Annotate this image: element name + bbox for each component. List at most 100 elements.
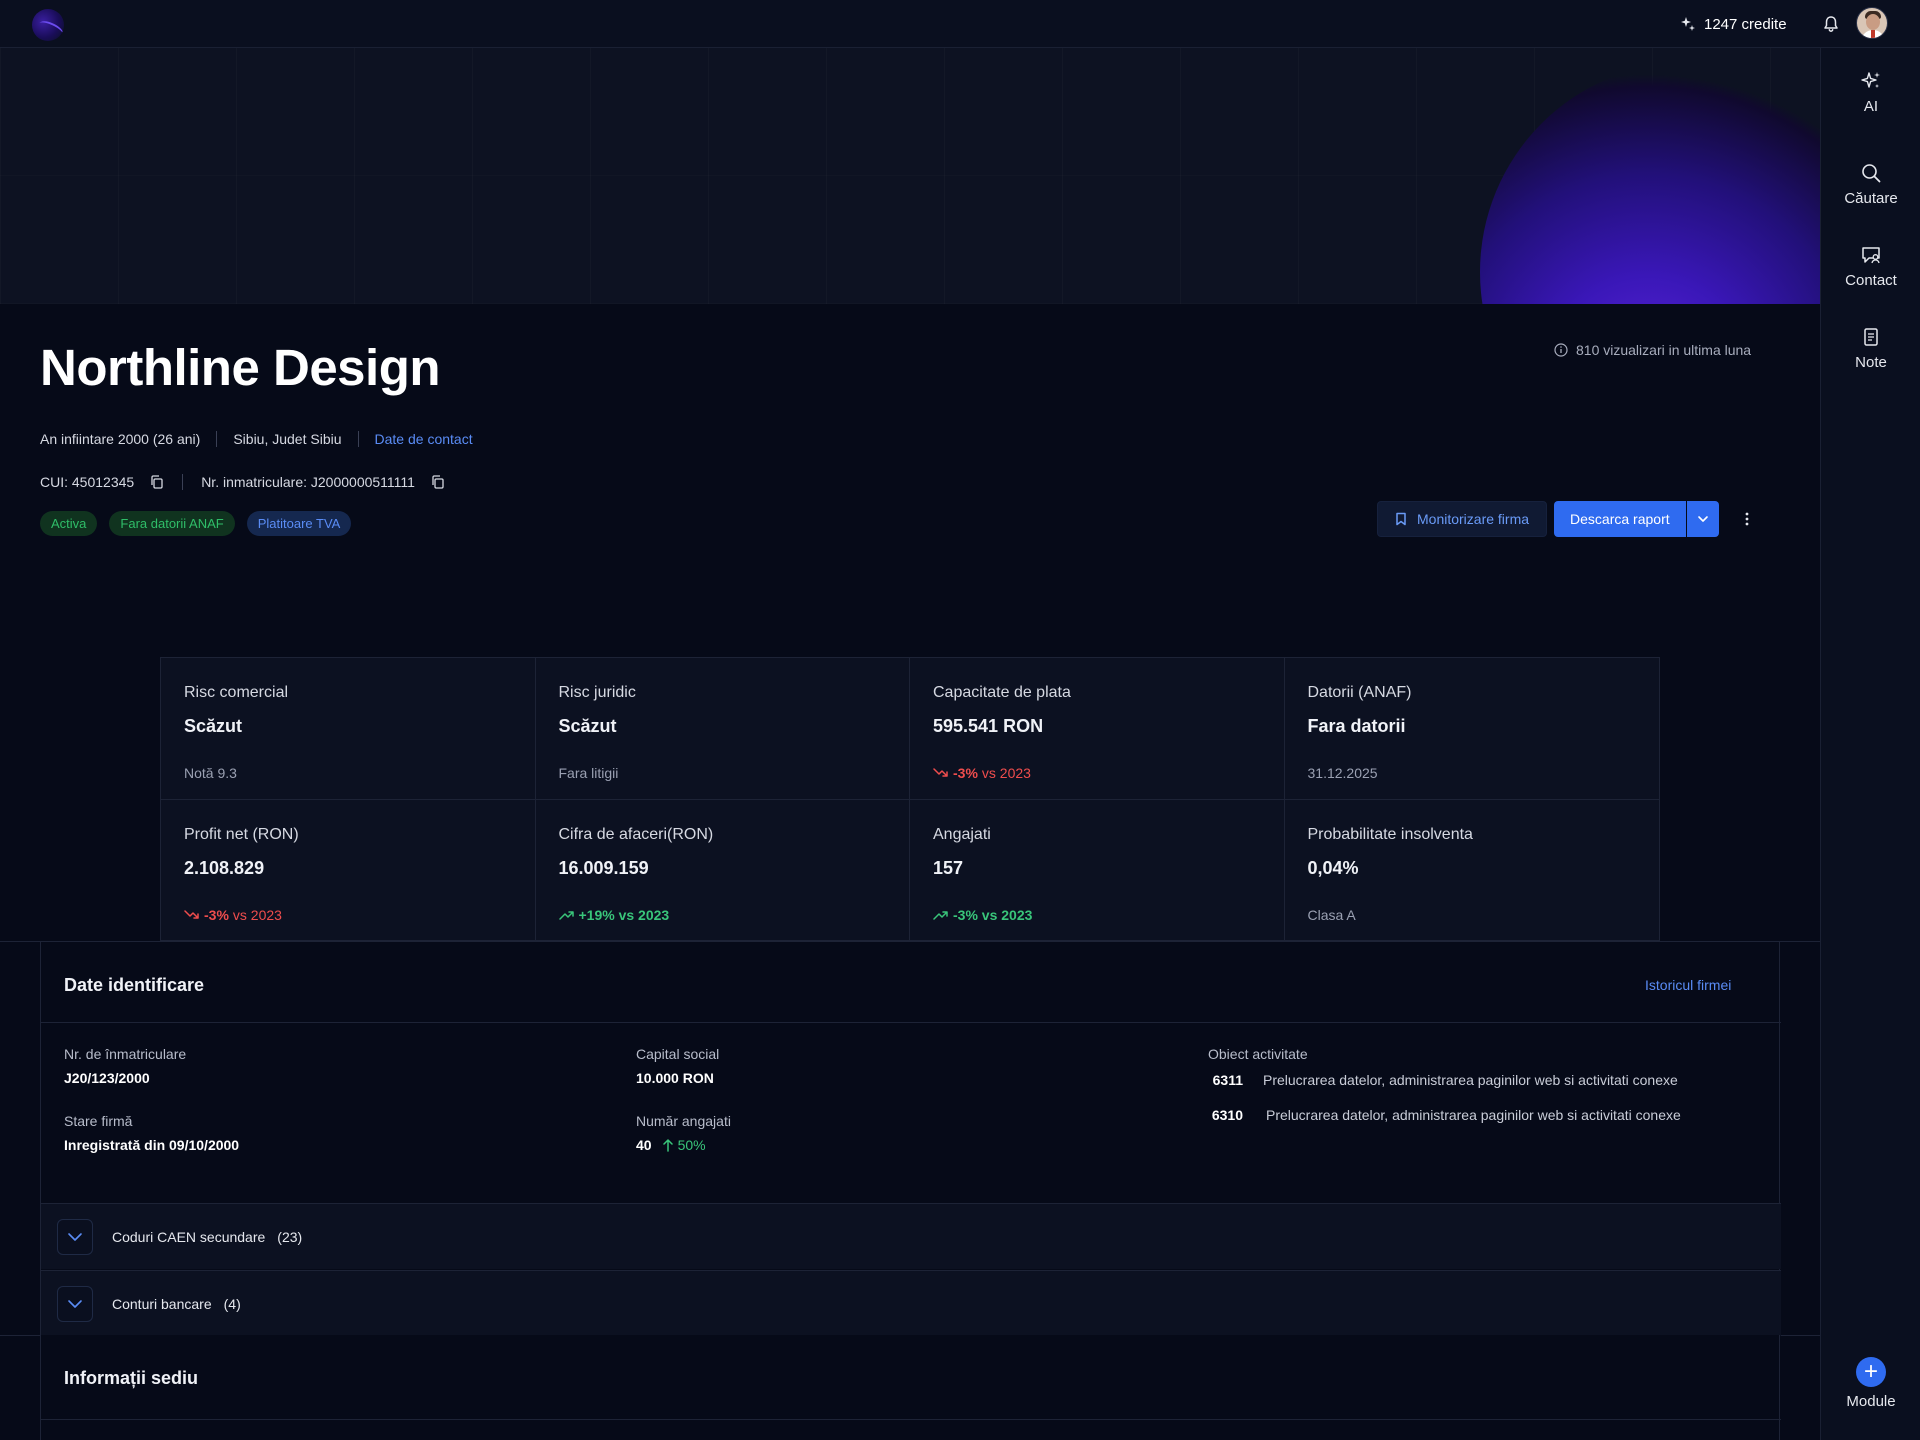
activity-field: Obiect activitate [1208,1046,1308,1062]
stat-label: Datorii (ANAF) [1307,684,1412,701]
status-badge: Fara datorii ANAF [109,511,235,536]
bell-icon[interactable] [1822,15,1840,33]
caen-code: 6310 [1211,1107,1243,1123]
stat-value: 2.108.829 [184,858,265,878]
stat-employees[interactable]: Angajati 157 -3% vs 2023 [910,800,1285,942]
stat-value: Scăzut [184,716,243,736]
growth-value: 50% [677,1137,706,1153]
stat-label: Angajati [933,826,991,843]
stat-value: 157 [933,858,964,878]
copy-icon[interactable] [150,475,164,489]
company-history-link[interactable]: Istoricul firmei [1645,977,1731,993]
rail-item-search[interactable]: Căutare [1821,162,1920,232]
trend-up-icon [933,911,948,920]
stat-sub: Fara litigii [558,765,619,781]
contact-data-link[interactable]: Date de contact [375,431,473,447]
company-ids: CUI: 45012345 Nr. inmatriculare: J200000… [40,474,445,490]
collapsible-label: Conturi bancare [112,1295,212,1312]
stat-sub: 31.12.2025 [1307,765,1378,781]
collapsible-bank-accounts[interactable]: Conturi bancare (4) [41,1270,1781,1336]
sparkle-icon [1861,72,1880,88]
stat-commercial-risk[interactable]: Risc comercial Scăzut Notă 9.3 [161,658,536,800]
collapsible-label: Coduri CAEN secundare [112,1228,266,1245]
founded-year: An infiintare 2000 (26 ani) [40,431,201,447]
caen-description: Prelucrarea datelor, administrarea pagin… [1263,1072,1678,1088]
monitor-company-button[interactable]: Monitorizare firma [1377,501,1548,537]
stat-label: Risc comercial [184,684,289,701]
cui: CUI: 45012345 [40,474,135,490]
collapsible-secondary-caen[interactable]: Coduri CAEN secundare (23) [41,1203,1781,1269]
delta-value: -3% [953,765,978,781]
copy-icon[interactable] [431,475,445,489]
info-icon [1554,343,1568,357]
caen-description: Prelucrarea datelor, administrarea pagin… [1266,1107,1681,1123]
arrow-up-icon [662,1139,673,1152]
rail-item-note[interactable]: Note [1821,326,1920,396]
divider [41,1022,1781,1023]
expand-button[interactable] [57,1218,93,1255]
trend-down-icon [184,910,199,919]
delta-value: -3% [204,907,229,923]
stat-anaf-debts[interactable]: Datorii (ANAF) Fara datorii 31.12.2025 [1284,658,1659,800]
employees-value: 40 [636,1137,652,1153]
rail-label: Căutare [1844,190,1898,207]
collapsible-count: (23) [277,1228,303,1245]
report-label: Descarca raport [1570,511,1670,527]
rail-item-contact[interactable]: Contact [1821,244,1920,314]
rail-item-modules[interactable]: + Module [1821,1357,1920,1427]
rail-label: Contact [1845,272,1897,289]
stat-turnover[interactable]: Cifra de afaceri(RON) 16.009.159 +19% vs… [536,800,910,942]
divider [182,474,184,490]
note-icon [1864,328,1878,346]
company-name: Northline Design [40,339,441,396]
rail-item-ai[interactable]: AI [1821,70,1920,140]
stat-label: Capacitate de plata [933,684,1071,701]
report-options-button[interactable] [1686,501,1719,537]
collapsible-count: (4) [223,1295,241,1312]
delta-value: -3% vs 2023 [953,907,1033,923]
stat-sub: Notă 9.3 [184,765,237,781]
stat-delta: -3% vs 2023 [933,765,1031,781]
field-value: J20/123/2000 [64,1070,186,1086]
stat-label: Cifra de afaceri(RON) [558,826,714,843]
delta-value: +19% vs 2023 [578,907,670,923]
download-report-button[interactable]: Descarca raport [1554,501,1686,537]
search-icon [1862,164,1881,183]
rail-label: Module [1846,1393,1896,1410]
stats-grid: Risc comercial Scăzut Notă 9.3 Risc juri… [160,657,1660,942]
section-title: Informații sediu [64,1368,199,1388]
share-capital-field: Capital social 10.000 RON [636,1046,719,1086]
rail-label: AI [1863,98,1879,115]
cover-banner [0,48,1820,304]
field-value: 40 50% [636,1137,731,1153]
chevron-down-icon [68,1232,82,1241]
field-label: Capital social [636,1046,720,1062]
caen-code: 6311 [1212,1072,1243,1088]
stat-value: 16.009.159 [558,858,649,878]
field-label: Stare firmă [64,1113,133,1129]
avatar[interactable] [1856,7,1888,39]
stat-sub: Clasa A [1307,907,1356,923]
delta-suffix: vs 2023 [981,765,1031,781]
section-title: Date identificare [64,975,205,995]
stat-legal-risk[interactable]: Risc juridic Scăzut Fara litigii [535,658,910,800]
stat-payment-capacity[interactable]: Capacitate de plata 595.541 RON -3% vs 2… [910,658,1285,800]
delta-suffix: vs 2023 [232,907,282,923]
field-value: Inregistrată din 09/10/2000 [64,1137,239,1153]
stat-value: 595.541 RON [933,716,1044,736]
stat-value: Fara datorii [1307,716,1406,736]
registration-number: Nr. inmatriculare: J2000000511111 [201,474,415,490]
app-logo[interactable] [32,9,64,41]
rail-label: Note [1855,354,1887,371]
status-tags: Activa Fara datorii ANAF Platitoare TVA [40,511,352,536]
more-options-button[interactable] [1735,501,1759,537]
views-count: 810 vizualizari in ultima luna [1554,342,1751,358]
employees-growth: 50% [662,1137,706,1153]
stat-insolvency-probability[interactable]: Probabilitate insolventa 0,04% Clasa A [1285,800,1660,942]
stat-net-profit[interactable]: Profit net (RON) 2.108.829 -3% vs 2023 [161,800,536,942]
field-value: 10.000 RON [636,1070,719,1086]
headquarters-section: Informații sediu [40,1335,1781,1440]
credits-indicator[interactable]: 1247 credite [1680,14,1787,34]
expand-button[interactable] [57,1285,93,1322]
stat-label: Profit net (RON) [184,826,299,843]
